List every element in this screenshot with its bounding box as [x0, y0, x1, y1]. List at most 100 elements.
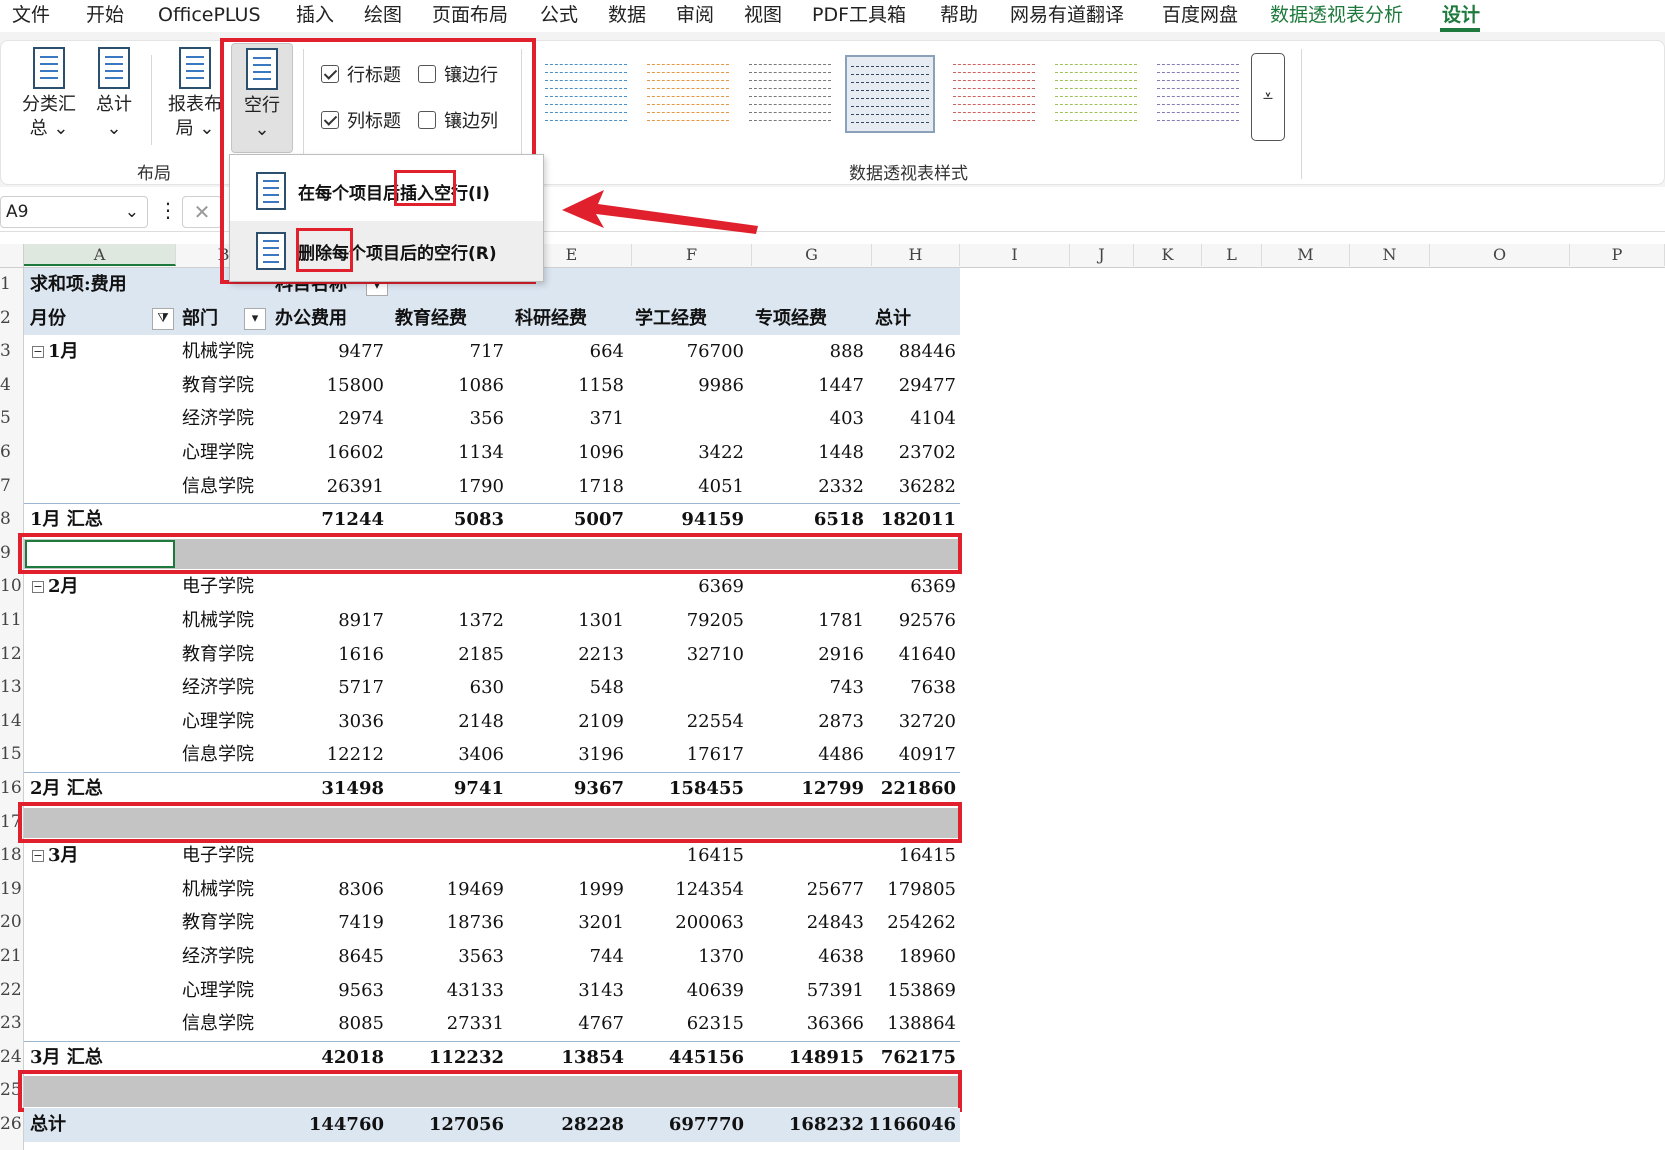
value-cell[interactable]: 36366 [758, 1007, 864, 1040]
pivot-style-swatch[interactable] [1153, 55, 1243, 133]
select-all-corner[interactable] [0, 244, 24, 268]
column-header[interactable]: H [872, 244, 960, 266]
value-cell[interactable]: 153869 [850, 974, 956, 1007]
value-cell[interactable]: 1616 [278, 638, 384, 671]
value-cell[interactable]: 148915 [758, 1041, 864, 1074]
value-cell[interactable]: 5007 [518, 503, 624, 536]
banded-cols-checkbox[interactable]: 镶边列 [418, 107, 498, 133]
total-label[interactable]: 1月 汇总 [30, 503, 170, 536]
menu-item[interactable]: PDF工具箱 [812, 0, 906, 30]
value-cell[interactable]: 9741 [398, 772, 504, 805]
value-cell[interactable]: 1999 [518, 873, 624, 906]
menu-item[interactable]: 插入 [296, 0, 334, 30]
row-header[interactable]: 26 [0, 1114, 22, 1134]
value-cell[interactable]: 3201 [518, 906, 624, 939]
pivot-style-swatch[interactable] [643, 55, 733, 133]
value-cell[interactable]: 3036 [278, 705, 384, 738]
value-cell[interactable]: 1134 [398, 436, 504, 469]
value-cell[interactable]: 144760 [278, 1108, 384, 1141]
menu-item[interactable]: 网易有道翻译 [1010, 0, 1124, 30]
value-cell[interactable]: 744 [518, 940, 624, 973]
value-cell[interactable]: 29477 [850, 369, 956, 402]
department-label[interactable]: 教育学院 [182, 906, 282, 939]
value-cell[interactable]: 1718 [518, 470, 624, 503]
value-cell[interactable]: 23702 [850, 436, 956, 469]
value-cell[interactable]: 7419 [278, 906, 384, 939]
pivot-style-swatch[interactable] [1051, 55, 1141, 133]
value-cell[interactable]: 32710 [638, 638, 744, 671]
value-cell[interactable]: 12212 [278, 738, 384, 771]
value-cell[interactable]: 1372 [398, 604, 504, 637]
value-cell[interactable]: 182011 [850, 503, 956, 536]
value-cell[interactable]: 40639 [638, 974, 744, 1007]
department-label[interactable]: 经济学院 [182, 671, 282, 704]
value-cell[interactable]: 8306 [278, 873, 384, 906]
value-cell[interactable]: 445156 [638, 1041, 744, 1074]
pivot-value-label[interactable]: 求和项:费用 [30, 268, 230, 301]
value-cell[interactable]: 5083 [398, 503, 504, 536]
department-label[interactable]: 心理学院 [182, 974, 282, 1007]
value-cell[interactable]: 71244 [278, 503, 384, 536]
row-header[interactable]: 17 [0, 812, 22, 832]
menu-item[interactable]: 绘图 [364, 0, 402, 30]
banded-rows-checkbox[interactable]: 镶边行 [418, 61, 498, 87]
pivot-column-header[interactable]: 学工经费 [635, 302, 745, 335]
value-cell[interactable]: 6369 [850, 570, 956, 603]
value-cell[interactable]: 3143 [518, 974, 624, 1007]
row-header[interactable]: 22 [0, 980, 22, 1000]
row-header[interactable]: 18 [0, 845, 22, 865]
value-cell[interactable]: 2185 [398, 638, 504, 671]
column-header[interactable]: A [24, 244, 176, 266]
total-label[interactable]: 3月 汇总 [30, 1041, 170, 1074]
value-cell[interactable]: 24843 [758, 906, 864, 939]
value-cell[interactable]: 16415 [850, 839, 956, 872]
col-headers-checkbox[interactable]: 列标题 [321, 107, 401, 133]
value-cell[interactable]: 3406 [398, 738, 504, 771]
pivot-column-header[interactable]: 科研经费 [515, 302, 625, 335]
value-cell[interactable] [278, 570, 384, 603]
value-cell[interactable]: 13854 [518, 1041, 624, 1074]
row-header[interactable]: 19 [0, 879, 22, 899]
value-cell[interactable]: 62315 [638, 1007, 744, 1040]
gallery-more-button[interactable]: ⩡ [1251, 53, 1285, 141]
value-cell[interactable]: 2148 [398, 705, 504, 738]
value-cell[interactable]: 2873 [758, 705, 864, 738]
department-label[interactable]: 机械学院 [182, 604, 282, 637]
value-cell[interactable]: 7638 [850, 671, 956, 704]
value-cell[interactable]: 664 [518, 335, 624, 368]
worksheet[interactable]: ABCDEFGHIJKLMNOP 1求和项:费用科目名称▾2月份部门办公费用教育… [0, 244, 1665, 1150]
value-cell[interactable]: 26391 [278, 470, 384, 503]
value-cell[interactable]: 1447 [758, 369, 864, 402]
value-cell[interactable]: 6369 [638, 570, 744, 603]
value-cell[interactable]: 12799 [758, 772, 864, 805]
row-header[interactable]: 14 [0, 711, 22, 731]
value-cell[interactable]: 127056 [398, 1108, 504, 1141]
pivot-style-swatch[interactable] [745, 55, 835, 133]
value-cell[interactable]: 3196 [518, 738, 624, 771]
value-cell[interactable]: 76700 [638, 335, 744, 368]
value-cell[interactable]: 2213 [518, 638, 624, 671]
value-cell[interactable]: 17617 [638, 738, 744, 771]
value-cell[interactable] [758, 570, 864, 603]
pivot-column-header[interactable]: 教育经费 [395, 302, 505, 335]
value-cell[interactable]: 88446 [850, 335, 956, 368]
field-filter-button[interactable]: ▾ [244, 307, 266, 330]
collapse-icon[interactable]: − [32, 346, 44, 359]
value-cell[interactable]: 36282 [850, 470, 956, 503]
column-header[interactable]: K [1134, 244, 1202, 266]
value-cell[interactable]: 1158 [518, 369, 624, 402]
value-cell[interactable] [758, 839, 864, 872]
value-cell[interactable]: 16415 [638, 839, 744, 872]
department-label[interactable]: 电子学院 [182, 570, 282, 603]
pivot-style-swatch[interactable] [845, 55, 935, 133]
value-cell[interactable]: 548 [518, 671, 624, 704]
department-label[interactable]: 心理学院 [182, 436, 282, 469]
value-cell[interactable]: 1301 [518, 604, 624, 637]
insert-blank-line-menu-item[interactable]: 在每个项目后插入空行(I) [230, 161, 543, 221]
column-header[interactable]: I [960, 244, 1070, 266]
department-label[interactable]: 信息学院 [182, 470, 282, 503]
value-cell[interactable]: 42018 [278, 1041, 384, 1074]
value-cell[interactable]: 254262 [850, 906, 956, 939]
value-cell[interactable]: 403 [758, 402, 864, 435]
value-cell[interactable]: 2974 [278, 402, 384, 435]
